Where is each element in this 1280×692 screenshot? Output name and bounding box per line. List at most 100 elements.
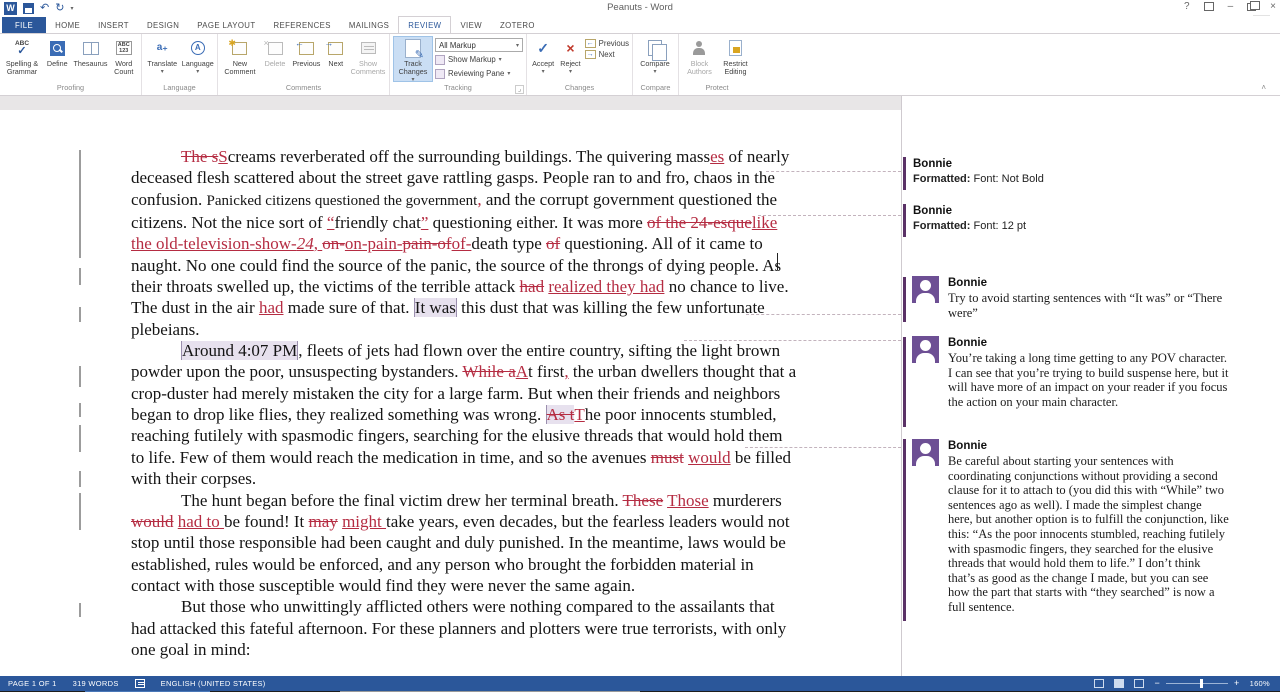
tab-mailings[interactable]: MAILINGS [340,17,398,33]
inserted-text[interactable]: had [259,298,284,317]
comment[interactable]: Bonnie You’re taking a long time getting… [912,336,1232,409]
tab-design[interactable]: DESIGN [138,17,188,33]
inserted-text[interactable]: , [314,234,323,253]
text-run[interactable]: friendly chat [334,213,420,232]
text-run[interactable]: be found! It [224,512,309,531]
word-count-button[interactable]: ABC123 Word Count [110,36,139,82]
tab-zotero[interactable]: ZOTERO [491,17,544,33]
paragraph[interactable]: The hunt began before the final victim d… [131,490,797,597]
reviewing-pane-button[interactable]: Reviewing Pane ▾ [435,67,523,80]
ribbon-display-options-icon[interactable] [1204,2,1214,11]
comment-anchor-text[interactable]: As t [546,405,575,424]
translate-button[interactable]: a₊ Translate ▾ [145,36,179,82]
accept-button[interactable]: ✓ Accept ▾ [530,36,556,82]
define-button[interactable]: Define [43,36,72,82]
new-comment-button[interactable]: ✱ New Comment [221,36,259,82]
tab-review[interactable]: REVIEW [398,16,451,33]
comment[interactable]: Bonnie Try to avoid starting sentences w… [912,276,1232,320]
language-button[interactable]: A Language ▾ [181,36,214,82]
inserted-text[interactable]: realized they had [548,277,664,296]
read-mode-icon[interactable] [1094,679,1104,688]
display-for-review-select[interactable]: All Markup ▾ [435,38,523,52]
deleted-text[interactable]: of the 24-esque [647,213,752,232]
revision-entry[interactable]: Bonnie Formatted: Font: Not Bold [913,157,1213,187]
block-authors-button[interactable]: Block Authors [682,36,717,82]
text-run[interactable]: Panicked citizens questioned the governm… [207,193,478,209]
web-layout-icon[interactable] [1134,679,1144,688]
zoom-in-icon[interactable]: + [1234,679,1240,688]
comment-anchor-text[interactable]: It was [414,298,457,317]
proofing-status-icon[interactable] [135,679,145,688]
zoom-out-icon[interactable]: − [1154,679,1160,688]
inserted-text[interactable]: on-pain- [345,234,403,253]
paragraph[interactable]: Around 4:07 PM, fleets of jets had flown… [131,340,797,489]
next-comment-button[interactable]: → Next [323,36,348,82]
inserted-text[interactable]: A [516,362,528,381]
track-changes-button[interactable]: Track Changes ▾ [393,36,433,82]
collapse-ribbon-icon[interactable]: ˄ [1261,83,1266,92]
paragraph[interactable]: The sScreams reverberated off the surrou… [131,146,797,340]
compare-button[interactable]: Compare ▾ [636,36,674,82]
restore-icon[interactable] [1247,3,1256,11]
previous-comment-button[interactable]: ← Previous [291,36,321,82]
revision-entry[interactable]: Bonnie Formatted: Font: 12 pt [913,204,1213,234]
tab-file[interactable]: FILE [2,17,46,33]
deleted-text[interactable]: While a [462,362,515,381]
zoom-slider-thumb[interactable] [1200,679,1203,688]
inserted-text[interactable]: 24 [297,234,314,253]
deleted-text[interactable]: had [520,277,545,296]
print-layout-icon[interactable] [1114,679,1124,688]
inserted-text[interactable]: S [218,147,227,166]
deleted-text[interactable]: These [623,491,664,510]
inserted-text[interactable]: Those [667,491,709,510]
text-run[interactable]: The hunt began before the final victim d… [181,491,623,510]
zoom-slider-track[interactable] [1166,683,1228,684]
close-icon[interactable]: × [1270,1,1276,12]
text-run[interactable]: murderers [709,491,782,510]
delete-comment-button[interactable]: × Delete [261,36,289,82]
inserted-text[interactable]: might [342,512,386,531]
spelling-grammar-button[interactable]: ABC✓ Spelling & Grammar [3,36,41,82]
tab-view[interactable]: VIEW [451,17,491,33]
text-run[interactable]: death type [471,234,546,253]
page-indicator[interactable]: PAGE 1 OF 1 [8,679,57,688]
text-run[interactable]: made sure of that. [284,298,414,317]
tracking-dialog-launcher[interactable]: ⌟ [515,85,524,94]
zoom-level[interactable]: 160% [1250,679,1270,688]
comment[interactable]: Bonnie Be careful about starting your se… [912,439,1232,615]
deleted-text[interactable]: on- [322,234,345,253]
inserted-text[interactable]: of- [452,234,472,253]
deleted-text[interactable]: would [131,512,174,531]
comment-anchor-text[interactable]: Around 4:07 PM [181,341,298,360]
text-run[interactable]: questioning either. It was more [428,213,647,232]
tab-home[interactable]: HOME [46,17,89,33]
paragraph[interactable]: But those who unwittingly afflicted othe… [131,596,797,660]
deleted-text[interactable]: must [651,448,684,467]
restrict-editing-button[interactable]: Restrict Editing [719,36,752,82]
text-run[interactable]: creams reverberated off the surrounding … [228,147,710,166]
next-change-button[interactable]: → Next [585,50,629,59]
inserted-text[interactable]: would [688,448,731,467]
language-indicator[interactable]: ENGLISH (UNITED STATES) [161,679,266,688]
deleted-text[interactable]: of [546,234,560,253]
reject-button[interactable]: × Reject ▾ [558,36,582,82]
thesaurus-button[interactable]: Thesaurus [74,36,108,82]
show-comments-button[interactable]: Show Comments [350,36,386,82]
help-icon[interactable]: ? [1184,1,1190,12]
document-text[interactable]: The sScreams reverberated off the surrou… [131,146,797,660]
tab-insert[interactable]: INSERT [89,17,138,33]
zoom-slider[interactable]: − + [1154,679,1239,688]
deleted-text[interactable]: may [309,512,338,531]
show-markup-button[interactable]: Show Markup ▾ [435,53,523,66]
word-count-indicator[interactable]: 319 WORDS [73,679,119,688]
tab-page-layout[interactable]: PAGE LAYOUT [188,17,264,33]
inserted-text[interactable]: had to [178,512,224,531]
tab-references[interactable]: REFERENCES [265,17,340,33]
deleted-text[interactable]: The s [181,147,218,166]
minimize-icon[interactable]: – [1228,1,1234,12]
deleted-text[interactable]: pain-of [402,234,451,253]
inserted-text[interactable]: es [710,147,724,166]
text-run[interactable]: t first [528,362,564,381]
previous-change-button[interactable]: ← Previous [585,39,629,48]
text-run[interactable]: But those who unwittingly afflicted othe… [131,597,786,659]
